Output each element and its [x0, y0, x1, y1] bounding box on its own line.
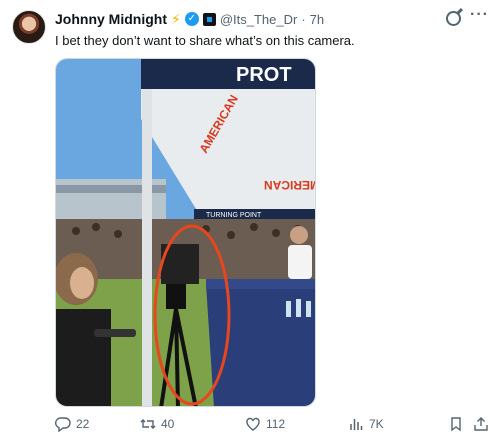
- tweet[interactable]: Johnny Midnight ⚡ ✓ @Its_The_Dr · 7h ···…: [0, 0, 500, 444]
- views-count: 7K: [369, 417, 384, 431]
- lightning-icon: ⚡: [170, 11, 181, 27]
- affiliation-badge-icon[interactable]: [202, 12, 216, 26]
- reply-icon: [55, 417, 71, 432]
- avatar[interactable]: [12, 10, 46, 44]
- verified-badge-icon[interactable]: ✓: [184, 12, 199, 26]
- grok-icon[interactable]: [446, 11, 461, 26]
- like-icon: [246, 417, 260, 431]
- retweet-button[interactable]: 40: [140, 416, 174, 432]
- retweet-count: 40: [161, 417, 175, 431]
- bookmark-button[interactable]: [448, 416, 464, 432]
- author-handle[interactable]: @Its_The_Dr: [220, 12, 298, 27]
- tent-sign-3: TURNING POINT: [206, 212, 262, 219]
- share-button[interactable]: [473, 416, 489, 432]
- separator: ·: [301, 11, 306, 27]
- tweet-media[interactable]: PROT AMERICAN MERICAN TURNING POINT: [55, 58, 316, 407]
- like-button[interactable]: 112: [245, 416, 285, 432]
- tweet-text: I bet they don’t want to share what’s on…: [55, 33, 355, 48]
- banner-text: PROT: [236, 64, 292, 86]
- like-count: 112: [266, 417, 286, 431]
- reply-button[interactable]: 22: [55, 416, 89, 432]
- more-icon[interactable]: ···: [470, 6, 489, 24]
- action-bar: 22 40 112 7K: [55, 416, 488, 436]
- tent-sign-2: MERICAN: [264, 178, 316, 192]
- author-name[interactable]: Johnny Midnight: [55, 11, 167, 27]
- tweet-header: Johnny Midnight ⚡ ✓ @Its_The_Dr · 7h: [55, 9, 324, 29]
- reply-count: 22: [76, 417, 90, 431]
- timestamp[interactable]: 7h: [310, 12, 324, 27]
- bookmark-icon: [451, 417, 461, 432]
- views-button[interactable]: 7K: [348, 416, 384, 432]
- retweet-icon: [140, 419, 156, 429]
- views-icon: [350, 419, 363, 430]
- share-icon: [474, 417, 488, 431]
